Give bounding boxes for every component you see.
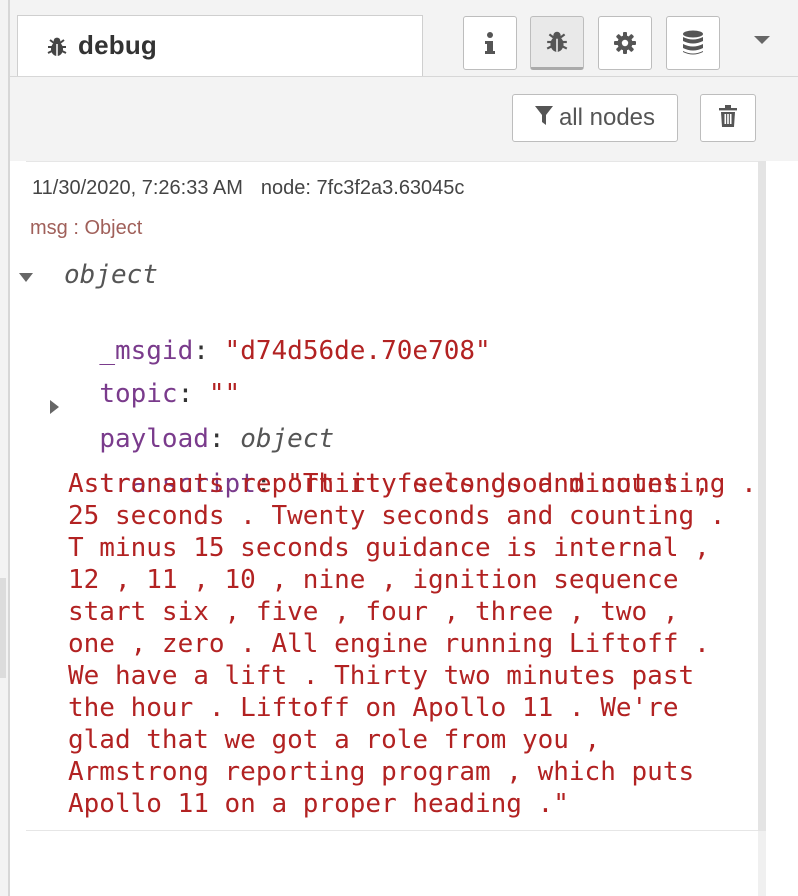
config-button[interactable] (598, 16, 652, 70)
transcript-line: Apollo 11 on a proper heading ." (68, 789, 569, 819)
scrollbar[interactable] (758, 161, 766, 896)
transcript-line: 12 , 11 , 10 , nine , ignition sequence (68, 565, 679, 595)
message-timestamp: 11/30/2020, 7:26:33 AM (32, 177, 243, 199)
filter-nodes-label: all nodes (558, 104, 656, 131)
message-meta: 11/30/2020, 7:26:33 AM node: 7fc3f2a3.630… (32, 177, 464, 200)
collapse-object-toggle[interactable] (19, 273, 33, 282)
transcript-line: start six , five , four , three , two , (68, 597, 679, 627)
object-root-label[interactable]: object (64, 259, 158, 291)
transcript-line: We have a lift . Thirty two minutes past (68, 661, 695, 691)
transcript-line: 25 seconds . Twenty seconds and counting… (68, 501, 726, 531)
tab-label: debug (78, 30, 157, 60)
transcript-line: glad that we got a role from you , (68, 725, 601, 755)
debug-toolbar: all nodes (10, 77, 798, 161)
transcript-line: T minus 15 seconds guidance is internal … (68, 533, 710, 563)
transcript-line: the hour . Liftoff on Apollo 11 . We're (68, 693, 679, 723)
transcript-line: Armstrong reporting program , which puts (68, 757, 695, 787)
chevron-down-icon[interactable] (754, 36, 770, 44)
transcript-line: one , zero . All engine running Liftoff … (68, 629, 710, 659)
expand-payload-toggle[interactable] (50, 400, 59, 414)
debug-button[interactable] (530, 16, 584, 70)
sidebar-tab-bar: debug (10, 0, 798, 77)
info-button[interactable] (463, 16, 517, 70)
info-icon (483, 31, 497, 55)
transcript-line: Astronauts report it feels good minutes … (68, 469, 710, 499)
gear-icon (613, 31, 637, 55)
scrollbar-thumb[interactable] (758, 161, 766, 831)
trash-icon (719, 104, 737, 132)
filter-nodes-button[interactable]: all nodes (512, 94, 678, 142)
context-data-button[interactable] (666, 16, 720, 70)
message-node-link[interactable]: node: 7fc3f2a3.63045c (261, 177, 465, 199)
sidebar-resize-handle[interactable] (0, 578, 6, 678)
filter-icon (534, 105, 553, 131)
bug-icon (46, 36, 68, 58)
transcript-value: Astronauts report it feels good minutes … (68, 468, 738, 820)
clear-messages-button[interactable] (700, 94, 756, 142)
database-icon (682, 30, 704, 56)
message-type: msg : Object (30, 217, 143, 239)
bug-icon (545, 30, 569, 54)
field-value: "d74d56de.70e708" (224, 336, 491, 366)
tab-debug[interactable]: debug (17, 15, 423, 76)
